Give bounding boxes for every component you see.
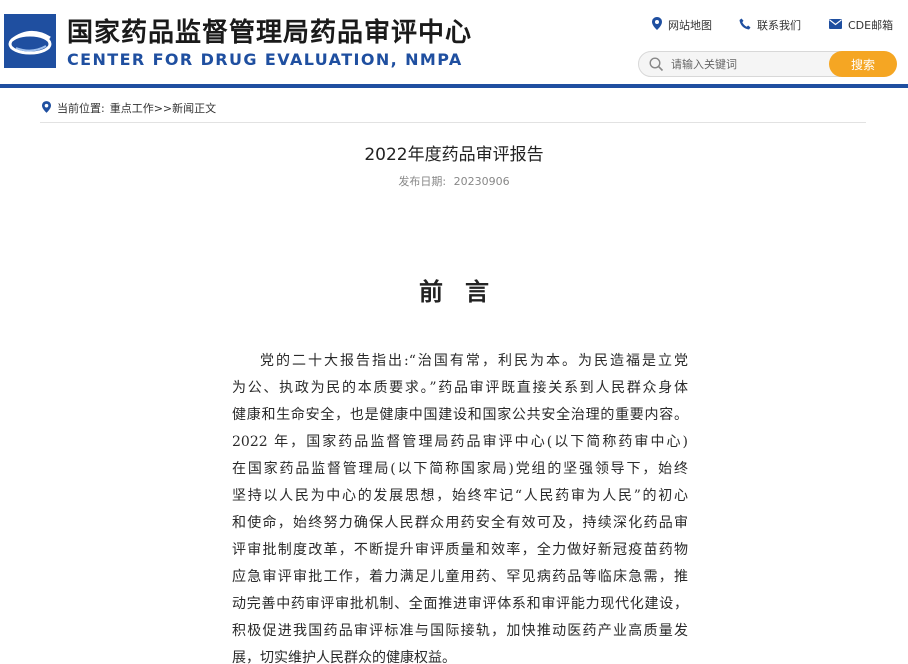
- cde-mail-link[interactable]: CDE邮箱: [829, 17, 893, 33]
- site-title-en: CENTER FOR DRUG EVALUATION, NMPA: [67, 50, 463, 69]
- top-links: 网站地图 联系我们 CDE邮箱: [652, 17, 893, 33]
- document-line: 党的二十大报告指出:“治国有常，利民为本。为民造福是立党: [260, 353, 688, 369]
- document-line: 为公、执政为民的本质要求。”药品审评既直接关系到人民群众身体: [232, 380, 688, 396]
- search-icon: [649, 57, 664, 76]
- breadcrumb-separator: >>: [153, 101, 173, 115]
- map-pin-icon: [652, 17, 662, 33]
- breadcrumb-divider: [40, 122, 866, 123]
- document-line: 动完善中药审评审批机制、全面推进审评体系和审评能力现代化建设，: [232, 596, 688, 612]
- location-pin-icon: [42, 100, 51, 116]
- site-map-link[interactable]: 网站地图: [652, 17, 712, 33]
- phone-icon: [739, 18, 751, 33]
- document-body: 党的二十大报告指出:“治国有常，利民为本。为民造福是立党 为公、执政为民的本质要…: [232, 348, 688, 664]
- cde-mail-label: CDE邮箱: [848, 19, 894, 32]
- contact-us-label: 联系我们: [757, 19, 801, 32]
- breadcrumb-item-key-work[interactable]: 重点工作: [110, 100, 154, 116]
- document-line: 在国家药品监督管理局(以下简称国家局)党组的坚强领导下，始终: [232, 461, 688, 477]
- breadcrumb: 当前位置: 重点工作 >> 新闻正文: [42, 100, 216, 116]
- document-line: 坚持以人民为中心的发展思想，始终牢记“人民药审为人民”的初心: [232, 488, 688, 504]
- document-line: 健康和生命安全，也是健康中国建设和国家公共安全治理的重要内容。: [232, 407, 688, 423]
- search-button[interactable]: 搜索: [829, 51, 897, 77]
- breadcrumb-prefix: 当前位置:: [57, 102, 105, 115]
- document-line: 和使命，始终努力确保人民群众用药安全有效可及，持续深化药品审: [232, 515, 688, 531]
- document-line: 应急审评审批工作，着力满足儿童用药、罕见病药品等临床急需，推: [232, 569, 688, 585]
- document-line: 积极促进我国药品审评标准与国际接轨，加快推动医药产业高质量发: [232, 623, 688, 639]
- publish-date: 发布日期: 20230906: [0, 173, 908, 189]
- site-title-cn: 国家药品监督管理局药品审评中心: [67, 18, 473, 48]
- document-line: 2022 年，国家药品监督管理局药品审评中心(以下简称药审中心): [232, 434, 688, 450]
- mail-icon: [829, 18, 842, 32]
- publish-date-label: 发布日期:: [398, 175, 447, 188]
- breadcrumb-item-news: 新闻正文: [172, 102, 217, 115]
- document-line: 评审批制度改革，不断提升审评质量和效率，全力做好新冠疫苗药物: [232, 542, 688, 558]
- publish-date-value: 20230906: [453, 175, 510, 188]
- site-map-label: 网站地图: [668, 19, 712, 32]
- document-line: 展，切实维护人民群众的健康权益。: [232, 650, 456, 664]
- contact-us-link[interactable]: 联系我们: [739, 17, 801, 33]
- site-header: 国家药品监督管理局药品审评中心 CENTER FOR DRUG EVALUATI…: [0, 0, 908, 84]
- header-divider-bar: [0, 84, 908, 88]
- document-heading: 前言: [419, 277, 511, 306]
- article-title: 2022年度药品审评报告: [364, 145, 544, 165]
- search-input[interactable]: [671, 55, 821, 73]
- cde-logo[interactable]: [4, 14, 56, 68]
